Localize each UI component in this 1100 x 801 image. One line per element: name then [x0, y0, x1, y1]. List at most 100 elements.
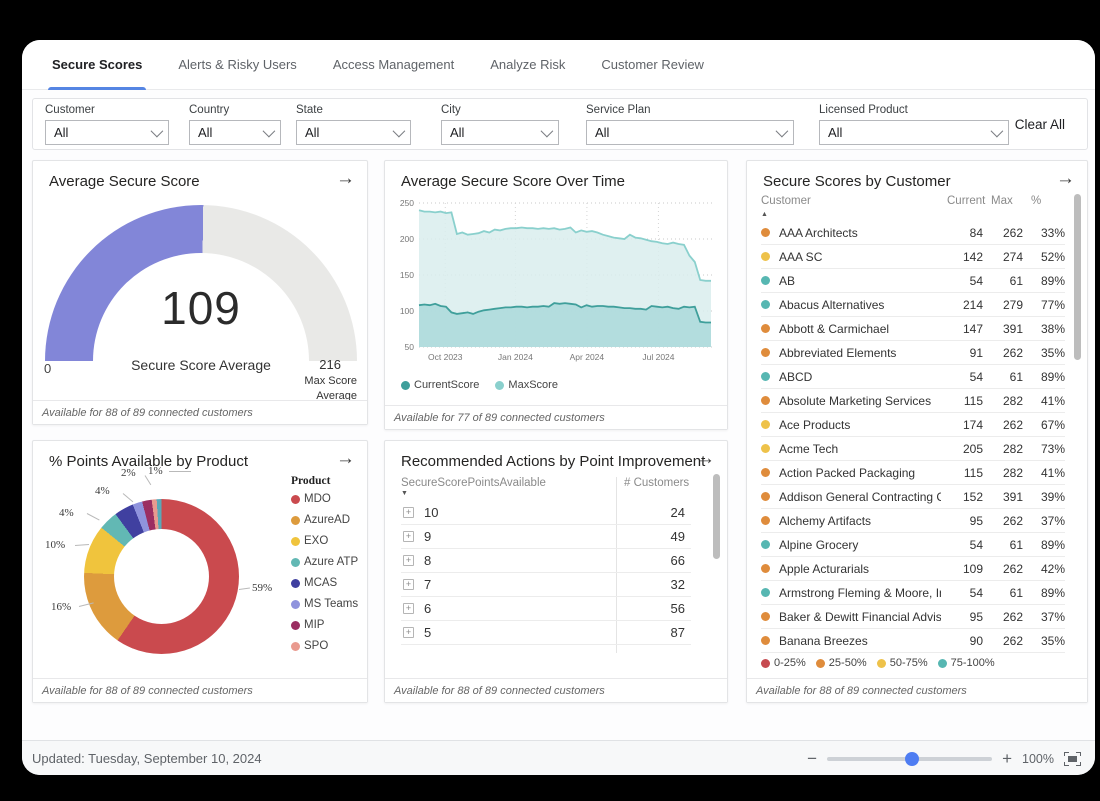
- current-score: 115: [941, 466, 983, 480]
- table-row[interactable]: +866: [401, 549, 691, 573]
- selected-value: All: [305, 125, 319, 140]
- donut-chart[interactable]: [84, 499, 239, 654]
- tab-customer-review[interactable]: Customer Review: [583, 40, 722, 90]
- clear-all-button[interactable]: Clear All: [1015, 117, 1065, 132]
- legend-item-mcas[interactable]: MCAS: [291, 577, 358, 589]
- drill-through-arrow-icon[interactable]: →: [336, 169, 355, 188]
- legend-label: MDO: [304, 493, 331, 505]
- legend-item-spo[interactable]: SPO: [291, 640, 358, 652]
- zoom-slider-thumb[interactable]: [905, 752, 919, 766]
- app-window: Secure ScoresAlerts & Risky UsersAccess …: [22, 40, 1095, 775]
- current-score: 205: [941, 442, 983, 456]
- filter-label: City: [441, 104, 559, 116]
- vertical-scrollbar[interactable]: [713, 474, 720, 559]
- filter-customer-select[interactable]: All: [45, 120, 169, 145]
- col-num-customers[interactable]: # Customers: [624, 477, 689, 489]
- expand-icon[interactable]: +: [403, 579, 414, 590]
- table-row[interactable]: +1024: [401, 501, 691, 525]
- table-row[interactable]: Addison General Contracting Co.15239139%: [761, 485, 1065, 509]
- table-row[interactable]: Baker & Dewitt Financial Advisors9526237…: [761, 605, 1065, 629]
- zoom-level: 100%: [1022, 752, 1054, 766]
- table-row[interactable]: ABCD546189%: [761, 365, 1065, 389]
- drill-through-arrow-icon[interactable]: →: [1056, 169, 1075, 188]
- legend-item-25-50[interactable]: 25-50%: [816, 657, 867, 669]
- table-row[interactable]: +587: [401, 621, 691, 645]
- table-row[interactable]: +732: [401, 573, 691, 597]
- expand-icon[interactable]: +: [403, 555, 414, 566]
- svg-text:250: 250: [400, 198, 414, 208]
- zoom-out-button[interactable]: −: [807, 750, 817, 767]
- max-score: 61: [983, 274, 1023, 288]
- drill-through-arrow-icon[interactable]: →: [336, 449, 355, 468]
- expand-icon[interactable]: +: [403, 603, 414, 614]
- legend-item-azure-atp[interactable]: Azure ATP: [291, 556, 358, 568]
- legend-item-0-25[interactable]: 0-25%: [761, 657, 806, 669]
- expand-icon[interactable]: +: [403, 507, 414, 518]
- table-row[interactable]: Banana Breezes9026235%: [761, 629, 1065, 653]
- expand-icon[interactable]: +: [403, 627, 414, 638]
- table-row[interactable]: Ace Products17426267%: [761, 413, 1065, 437]
- gauge-min-label: 0: [44, 361, 51, 376]
- customers-table-body: AAA Architects8426233%AAA SC14227452%AB5…: [761, 221, 1065, 653]
- filter-state-select[interactable]: All: [296, 120, 411, 145]
- legend-item-mip[interactable]: MIP: [291, 619, 358, 631]
- table-row[interactable]: +656: [401, 597, 691, 621]
- table-row[interactable]: Acme Tech20528273%: [761, 437, 1065, 461]
- max-score: 61: [983, 538, 1023, 552]
- tab-alerts-risky-users[interactable]: Alerts & Risky Users: [160, 40, 314, 90]
- col-customer[interactable]: Customer: [761, 195, 811, 207]
- col-current[interactable]: Current: [947, 195, 985, 207]
- score-percent: 89%: [1023, 538, 1065, 552]
- filter-service-plan-select[interactable]: All: [586, 120, 794, 145]
- filter-country-select[interactable]: All: [189, 120, 281, 145]
- table-row[interactable]: Abacus Alternatives21427977%: [761, 293, 1065, 317]
- legend-item-75-100[interactable]: 75-100%: [938, 657, 995, 669]
- zoom-in-button[interactable]: +: [1002, 750, 1012, 767]
- donut-slice-label: 10%: [45, 539, 65, 551]
- customer-name: Apple Acturarials: [779, 562, 941, 576]
- vertical-scrollbar[interactable]: [1074, 194, 1081, 360]
- table-row[interactable]: Absolute Marketing Services11528241%: [761, 389, 1065, 413]
- tier-dot-icon: [761, 636, 770, 645]
- table-row[interactable]: Abbott & Carmichael14739138%: [761, 317, 1065, 341]
- legend-item-exo[interactable]: EXO: [291, 535, 358, 547]
- col-max[interactable]: Max: [991, 195, 1013, 207]
- col-pct[interactable]: %: [1031, 195, 1041, 207]
- table-row[interactable]: AAA Architects8426233%: [761, 221, 1065, 245]
- filter-city-select[interactable]: All: [441, 120, 559, 145]
- filter-licensed-product-select[interactable]: All: [819, 120, 1009, 145]
- table-row[interactable]: Armstrong Fleming & Moore, Inc.546189%: [761, 581, 1065, 605]
- table-row[interactable]: AAA SC14227452%: [761, 245, 1065, 269]
- selected-value: All: [198, 125, 212, 140]
- max-score: 391: [983, 322, 1023, 336]
- legend-item-50-75[interactable]: 50-75%: [877, 657, 928, 669]
- tier-dot-icon: [761, 564, 770, 573]
- table-row[interactable]: AB546189%: [761, 269, 1065, 293]
- legend-item-maxscore[interactable]: MaxScore: [495, 379, 558, 391]
- legend-item-azuread[interactable]: AzureAD: [291, 514, 358, 526]
- current-score: 54: [941, 274, 983, 288]
- product-legend: Product MDOAzureADEXOAzure ATPMCASMS Tea…: [291, 475, 358, 661]
- legend-item-ms-teams[interactable]: MS Teams: [291, 598, 358, 610]
- customer-name: Acme Tech: [779, 442, 941, 456]
- table-row[interactable]: Alchemy Artifacts9526237%: [761, 509, 1065, 533]
- legend-item-currentscore[interactable]: CurrentScore: [401, 379, 479, 391]
- expand-icon[interactable]: +: [403, 531, 414, 542]
- tab-access-management[interactable]: Access Management: [315, 40, 472, 90]
- table-row[interactable]: Action Packed Packaging11528241%: [761, 461, 1065, 485]
- legend-dot-icon: [291, 537, 300, 546]
- tab-secure-scores[interactable]: Secure Scores: [34, 40, 160, 90]
- customer-name: AAA SC: [779, 250, 941, 264]
- legend-dot-icon: [291, 516, 300, 525]
- drill-through-arrow-icon[interactable]: →: [696, 449, 715, 468]
- tier-dot-icon: [761, 252, 770, 261]
- fit-to-screen-icon[interactable]: [1064, 752, 1081, 766]
- table-row[interactable]: Apple Acturarials10926242%: [761, 557, 1065, 581]
- legend-dot-icon: [495, 381, 504, 390]
- tab-analyze-risk[interactable]: Analyze Risk: [472, 40, 583, 90]
- table-row[interactable]: Abbreviated Elements9126235%: [761, 341, 1065, 365]
- table-row[interactable]: +949: [401, 525, 691, 549]
- zoom-slider[interactable]: [827, 757, 992, 761]
- table-row[interactable]: Alpine Grocery546189%: [761, 533, 1065, 557]
- legend-item-mdo[interactable]: MDO: [291, 493, 358, 505]
